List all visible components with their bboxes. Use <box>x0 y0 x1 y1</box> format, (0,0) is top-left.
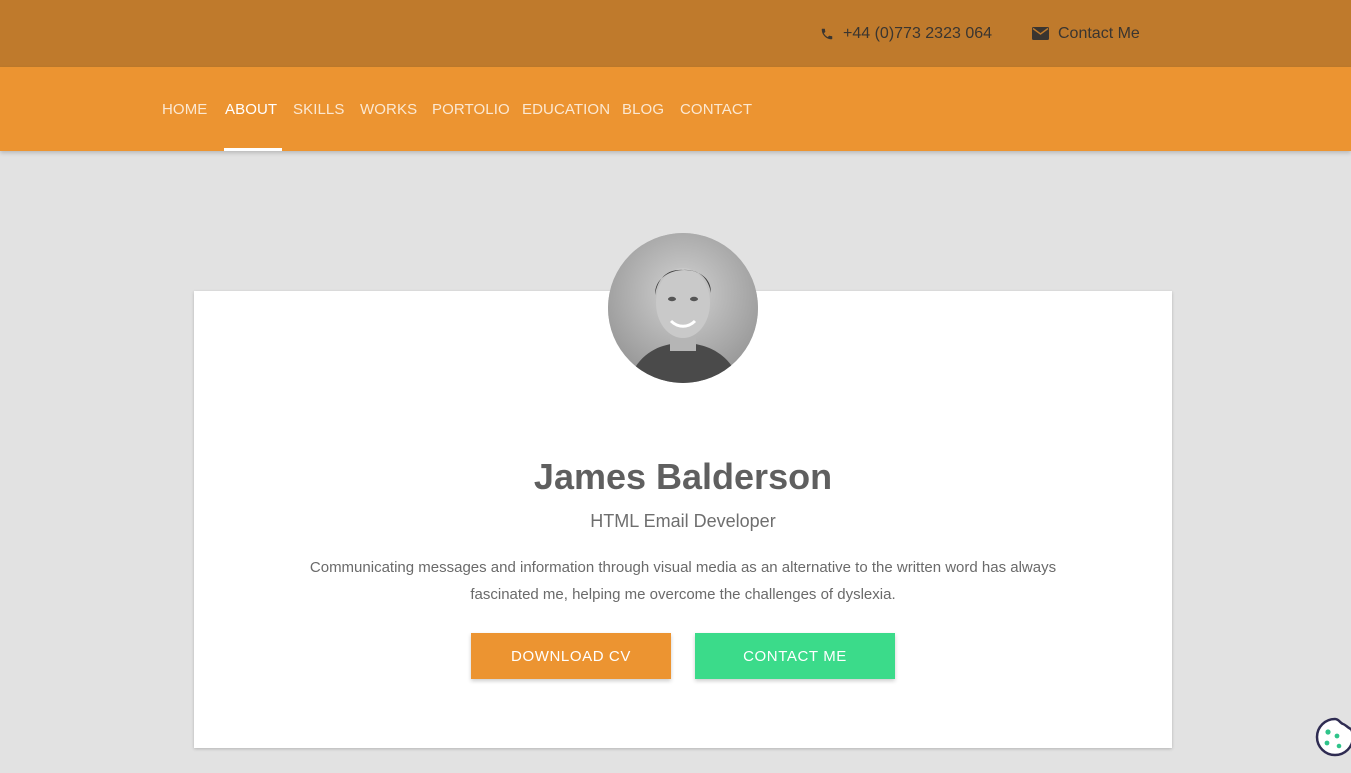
phone-icon <box>820 27 834 41</box>
nav-item-works[interactable]: WORKS <box>360 67 417 151</box>
download-cv-button[interactable]: DOWNLOAD CV <box>471 633 671 679</box>
cookie-icon[interactable] <box>1313 715 1351 759</box>
contact-me-button[interactable]: CONTACT ME <box>695 633 895 679</box>
nav-item-home[interactable]: HOME <box>162 67 207 151</box>
nav-item-education[interactable]: EDUCATION <box>522 67 610 151</box>
envelope-icon <box>1032 27 1049 40</box>
nav-item-portfolio[interactable]: PORTOLIO <box>432 67 510 151</box>
top-bar: +44 (0)773 2323 064 Contact Me <box>0 0 1351 67</box>
profile-bio: Communicating messages and information t… <box>309 559 1057 603</box>
profile-name: James Balderson <box>533 456 833 497</box>
nav-item-blog[interactable]: BLOG <box>622 67 664 151</box>
phone-number: +44 (0)773 2323 064 <box>843 24 993 42</box>
avatar <box>608 233 758 383</box>
nav-item-contact[interactable]: CONTACT <box>680 67 752 151</box>
contact-me-label: Contact Me <box>1058 24 1140 42</box>
phone-link[interactable]: +44 (0)773 2323 064 <box>820 0 992 67</box>
nav-item-skills[interactable]: SKILLS <box>293 67 344 151</box>
profile-title: HTML Email Developer <box>590 511 776 531</box>
nav-item-about[interactable]: ABOUT <box>223 67 283 151</box>
contact-me-link[interactable]: Contact Me <box>1032 0 1140 67</box>
main-nav: HOME ABOUT SKILLS WORKS PORTOLIO EDUCATI… <box>0 67 1351 151</box>
